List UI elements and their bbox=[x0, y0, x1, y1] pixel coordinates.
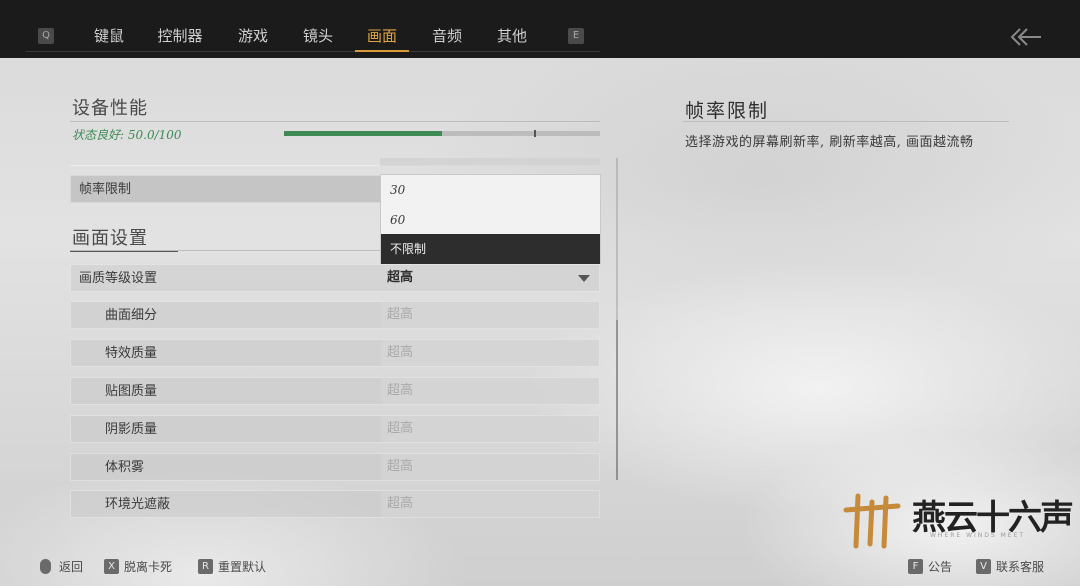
contact-support-hint[interactable]: 联系客服 bbox=[996, 560, 1044, 574]
notice-hint[interactable]: 公告 bbox=[928, 560, 952, 574]
notice-key: F bbox=[908, 559, 923, 574]
info-title: 帧率限制 bbox=[685, 100, 770, 122]
reset-default-hint[interactable]: 重置默认 bbox=[218, 560, 266, 574]
frame-limit-label: 帧率限制 bbox=[79, 182, 132, 197]
performance-bar-fill bbox=[284, 131, 442, 136]
chevron-down-icon[interactable] bbox=[578, 275, 590, 282]
quality-level-label: 画质等级设置 bbox=[79, 271, 158, 286]
next-tab-key[interactable]: E bbox=[568, 28, 584, 44]
tab-audio[interactable]: 音频 bbox=[431, 24, 463, 50]
back-hint[interactable]: 返回 bbox=[59, 560, 83, 574]
setting-label: 曲面细分 bbox=[105, 308, 158, 323]
mouse-icon bbox=[40, 559, 51, 574]
setting-row-effects: 特效质量 超高 bbox=[70, 339, 600, 367]
setting-value: 超高 bbox=[381, 340, 599, 366]
tab-display[interactable]: 画面 bbox=[355, 24, 409, 52]
divider bbox=[70, 121, 600, 122]
setting-row-tessellation: 曲面细分 超高 bbox=[70, 301, 600, 329]
tab-other[interactable]: 其他 bbox=[496, 24, 528, 50]
setting-value: 超高 bbox=[381, 416, 599, 442]
tab-game[interactable]: 游戏 bbox=[237, 24, 269, 50]
setting-row-shadows: 阴影质量 超高 bbox=[70, 415, 600, 443]
quality-level-value[interactable]: 超高 bbox=[381, 265, 599, 291]
info-description: 选择游戏的屏幕刷新率, 刷新率越高, 画面越流畅 bbox=[685, 135, 974, 150]
setting-label: 环境光遮蔽 bbox=[105, 497, 171, 512]
setting-value: 超高 bbox=[381, 378, 599, 404]
prev-tab-key[interactable]: Q bbox=[38, 28, 54, 44]
setting-label: 特效质量 bbox=[105, 346, 158, 361]
dropdown-option-unlimited[interactable]: 不限制 bbox=[381, 234, 600, 264]
tab-keyboard-mouse[interactable]: 键鼠 bbox=[93, 24, 125, 50]
support-key: V bbox=[976, 559, 991, 574]
top-navigation-bar: Q 键鼠 控制器 游戏 镜头 画面 音频 其他 E bbox=[0, 0, 1080, 58]
dropdown-option-60[interactable]: 60 bbox=[381, 205, 600, 235]
setting-row-textures: 贴图质量 超高 bbox=[70, 377, 600, 405]
setting-row-ambient-occlusion: 环境光遮蔽 超高 bbox=[70, 490, 600, 518]
setting-label: 贴图质量 bbox=[105, 384, 158, 399]
performance-marker bbox=[534, 130, 536, 137]
tab-controller[interactable]: 控制器 bbox=[157, 24, 203, 50]
performance-bar bbox=[284, 130, 600, 137]
setting-value: 超高 bbox=[381, 302, 599, 328]
scrollbar-thumb[interactable] bbox=[616, 320, 618, 480]
tab-camera[interactable]: 镜头 bbox=[302, 24, 334, 50]
frame-limit-dropdown[interactable]: 30 60 不限制 bbox=[380, 174, 601, 264]
unstuck-key: X bbox=[104, 559, 119, 574]
logo-subtitle: WHERE WINDS MEET bbox=[930, 532, 1026, 539]
setting-value: 超高 bbox=[381, 491, 599, 517]
setting-row-volumetric-fog: 体积雾 超高 bbox=[70, 453, 600, 481]
device-status-text: 状态良好: 50.0/100 bbox=[72, 128, 182, 142]
setting-label: 阴影质量 bbox=[105, 422, 158, 437]
partial-setting-row bbox=[70, 158, 600, 166]
unstuck-hint[interactable]: 脱离卡死 bbox=[124, 560, 172, 574]
dropdown-option-30[interactable]: 30 bbox=[381, 175, 600, 205]
reset-key: R bbox=[198, 559, 213, 574]
quality-level-row[interactable]: 画质等级设置 超高 bbox=[70, 264, 600, 292]
device-performance-title: 设备性能 bbox=[72, 98, 148, 119]
title-underline bbox=[70, 251, 178, 252]
setting-label: 体积雾 bbox=[105, 460, 145, 475]
back-arrow-icon[interactable] bbox=[1008, 25, 1042, 49]
setting-value: 超高 bbox=[381, 454, 599, 480]
display-settings-title: 画面设置 bbox=[72, 228, 148, 249]
divider bbox=[683, 121, 1009, 122]
